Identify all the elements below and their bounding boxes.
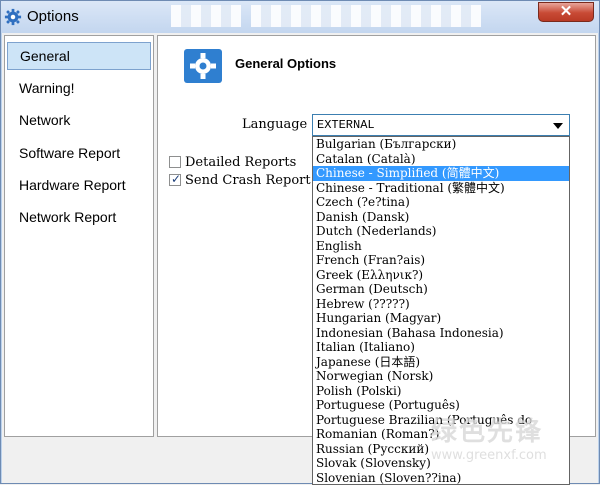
language-option-polish[interactable]: Polish (Polski) (313, 384, 569, 399)
close-button[interactable]: ✕ (538, 2, 594, 22)
language-label: Language (242, 117, 307, 132)
close-icon: ✕ (560, 3, 573, 20)
gear-icon (184, 49, 222, 83)
language-select-value: EXTERNAL (317, 118, 375, 132)
language-option-czech[interactable]: Czech (?e?tina) (313, 195, 569, 210)
language-option-slovak[interactable]: Slovak (Slovensky) (313, 456, 569, 471)
gear-icon (4, 8, 22, 26)
checkmark-icon: ✓ (171, 172, 181, 186)
blurred-region (171, 5, 241, 27)
page-title: General Options (235, 56, 336, 71)
language-option-indonesian[interactable]: Indonesian (Bahasa Indonesia) (313, 326, 569, 341)
language-option-hungarian[interactable]: Hungarian (Magyar) (313, 311, 569, 326)
language-option-dutch[interactable]: Dutch (Nederlands) (313, 224, 569, 239)
language-option-chinese-simplified[interactable]: Chinese - Simplified (简體中文) (313, 166, 569, 181)
language-option-chinese-traditional[interactable]: Chinese - Traditional (繁體中文) (313, 181, 569, 196)
send-crash-report-checkbox[interactable]: ✓ (169, 174, 181, 186)
language-option-danish[interactable]: Danish (Dansk) (313, 210, 569, 225)
title-bar[interactable]: Options ✕ (1, 1, 599, 33)
options-window: Options ✕ General Warning! Network Softw… (0, 0, 600, 484)
detailed-reports-label: Detailed Reports (185, 155, 296, 170)
language-option-portuguese[interactable]: Portuguese (Português) (313, 398, 569, 413)
language-option-russian[interactable]: Russian (Русский) (313, 442, 569, 457)
language-option-slovenian[interactable]: Slovenian (Sloven??ina) (313, 471, 569, 485)
language-option-hebrew[interactable]: Hebrew (?????) (313, 297, 569, 312)
language-option-bulgarian[interactable]: Bulgarian (Български) (313, 137, 569, 152)
language-option-italian[interactable]: Italian (Italiano) (313, 340, 569, 355)
sidebar-item-hardware-report[interactable]: Hardware Report (7, 171, 151, 199)
detailed-reports-option[interactable]: Detailed Reports (169, 155, 296, 170)
language-option-greek[interactable]: Greek (Ελληνικ?) (313, 268, 569, 283)
language-option-french[interactable]: French (Fran?ais) (313, 253, 569, 268)
sidebar-item-software-report[interactable]: Software Report (7, 139, 151, 167)
language-dropdown-list[interactable]: Bulgarian (Български) Catalan (Català) C… (312, 136, 570, 485)
blurred-region (251, 5, 481, 27)
language-option-german[interactable]: German (Deutsch) (313, 282, 569, 297)
sidebar: General Warning! Network Software Report… (4, 35, 154, 437)
sidebar-item-network-report[interactable]: Network Report (7, 203, 151, 231)
language-option-portuguese-brazilian[interactable]: Portuguese Brazilian (Português do (313, 413, 569, 428)
send-crash-report-label: Send Crash Report (185, 173, 311, 188)
language-option-romanian[interactable]: Romanian (Roman?) (313, 427, 569, 442)
language-option-japanese[interactable]: Japanese (日本語) (313, 355, 569, 370)
sidebar-item-general[interactable]: General (7, 42, 151, 70)
send-crash-report-option[interactable]: ✓ Send Crash Report (169, 173, 311, 188)
language-option-english[interactable]: English (313, 239, 569, 254)
language-option-norwegian[interactable]: Norwegian (Norsk) (313, 369, 569, 384)
detailed-reports-checkbox[interactable] (169, 156, 181, 168)
sidebar-item-network[interactable]: Network (7, 106, 151, 134)
language-option-catalan[interactable]: Catalan (Català) (313, 152, 569, 167)
chevron-down-icon[interactable] (553, 123, 563, 129)
language-select[interactable]: EXTERNAL (312, 114, 570, 136)
window-title: Options (27, 8, 79, 25)
sidebar-item-warning[interactable]: Warning! (7, 74, 151, 102)
